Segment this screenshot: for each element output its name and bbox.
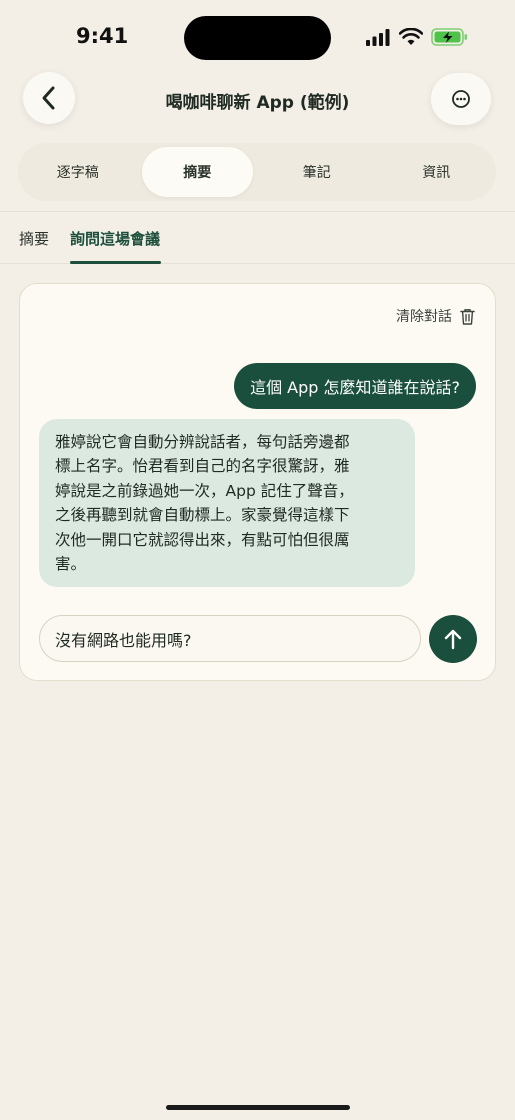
assistant-message-line: 婷說是之前錄過她一次，App 記住了聲音，: [55, 481, 354, 500]
dynamic-island: [184, 16, 331, 60]
chevron-left-icon: [42, 86, 55, 110]
arrow-up-icon: [444, 629, 462, 650]
assistant-message-line: 雅婷說它會自動分辨說話者，每句話旁邊都: [55, 433, 350, 451]
more-options-button[interactable]: [431, 73, 491, 125]
ellipsis-circle-icon: [452, 90, 470, 108]
tab-info[interactable]: 資訊: [381, 147, 493, 197]
assistant-message-line: 次他一開口它就認得出來，有點可怕但很厲: [55, 530, 350, 549]
chat-card: 清除對話 這個 App 怎麼知道誰在說話? 雅婷說它會自動分辨說話者，每句話旁邊…: [19, 283, 496, 681]
back-button[interactable]: [23, 72, 75, 124]
assistant-message-line: 標上名字。怡君看到自己的名字很驚訝，雅: [55, 457, 350, 476]
tab-summary[interactable]: 摘要: [141, 147, 253, 197]
active-subtab-indicator: [70, 261, 161, 264]
sub-tabs: 摘要 詢問這場會議: [0, 211, 515, 264]
segmented-tabs: 逐字稿 摘要 筆記 資訊: [18, 143, 496, 201]
home-indicator: [166, 1105, 350, 1110]
chat-input[interactable]: 沒有網路也能用嗎?: [39, 615, 421, 662]
status-time: 9:41: [76, 24, 129, 48]
app-screen: 9:41 喝咖啡聊新 App (範例) 逐字稿 摘要 筆記 資訊 摘要 詢問這場…: [0, 0, 515, 1120]
signal-icon: [366, 29, 390, 46]
assistant-message-line: 害。: [55, 555, 87, 574]
clear-chat-button[interactable]: 清除對話: [396, 306, 475, 326]
status-icons: [365, 27, 469, 47]
trash-icon: [460, 308, 475, 325]
assistant-message-line: 之後再聽到就會自動標上。家豪覺得這樣下: [55, 506, 350, 525]
subtab-ask-meeting[interactable]: 詢問這場會議: [70, 228, 160, 249]
assistant-message-bubble: 雅婷說它會自動分辨說話者，每句話旁邊都 標上名字。怡君看到自己的名字很驚訝，雅 …: [39, 419, 415, 587]
wifi-icon: [399, 28, 423, 45]
tab-notes[interactable]: 筆記: [261, 147, 373, 197]
page-title: 喝咖啡聊新 App (範例): [165, 93, 350, 113]
clear-chat-label: 清除對話: [396, 309, 452, 325]
user-message-bubble: 這個 App 怎麼知道誰在說話?: [234, 363, 476, 409]
subtab-summary[interactable]: 摘要: [19, 228, 49, 249]
send-button[interactable]: [429, 615, 477, 663]
battery-charging-icon: [431, 28, 467, 46]
tab-transcript[interactable]: 逐字稿: [22, 147, 134, 197]
